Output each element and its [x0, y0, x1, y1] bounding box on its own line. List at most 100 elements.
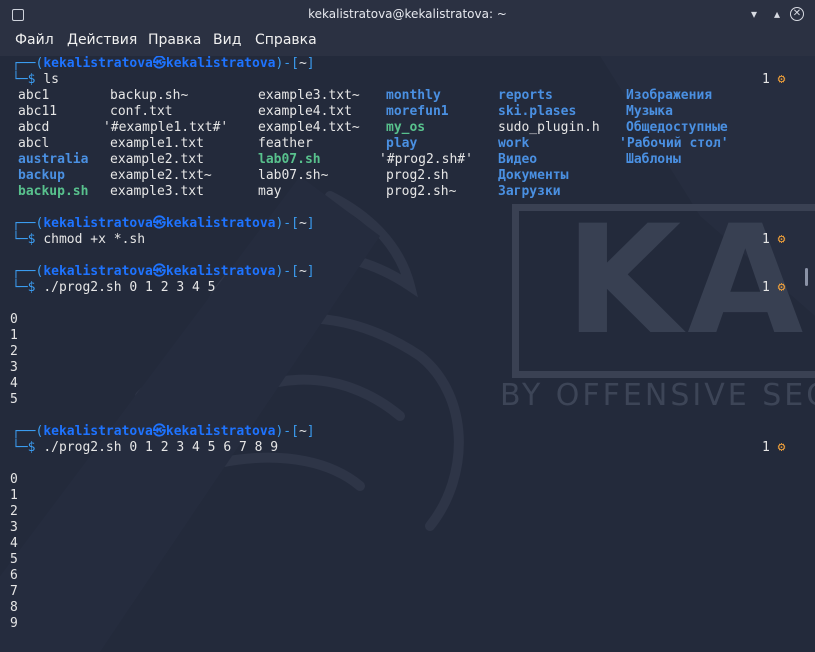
prompt-frame: ] — [306, 216, 315, 231]
ls-entry: Музыка — [626, 104, 673, 119]
prompt-frame: )-[ — [275, 424, 299, 439]
ls-entry: backup — [18, 168, 65, 183]
output-line: 8 — [10, 600, 18, 615]
output-line: 3 — [10, 520, 18, 535]
prompt-host: kekalistratova — [165, 216, 276, 231]
prompt-frame: )-[ — [275, 264, 299, 279]
ls-entry: conf.txt — [110, 104, 173, 119]
output-line: 5 — [10, 552, 18, 567]
menu-view[interactable]: Вид — [213, 32, 241, 48]
prompt-user: kekalistratova — [43, 216, 153, 231]
prompt-dir: ~ — [298, 424, 307, 439]
prompt-line-top: ┌──(kekalistratova㉿kekalistratova)-[~] — [12, 216, 315, 232]
prompt-frame: └─ — [12, 440, 28, 455]
prompt-dir: ~ — [298, 216, 307, 231]
prompt-line-top: ┌──(kekalistratova㉿kekalistratova)-[~] — [12, 56, 315, 72]
ls-entry: abcd — [18, 120, 50, 135]
ls-entry: work — [498, 136, 530, 151]
exit-status-code: 1 — [762, 232, 770, 247]
ls-entry: may — [258, 184, 282, 199]
title-bar[interactable]: kekalistratova@kekalistratova: ~ ▾ ▴ ✕ — [0, 0, 815, 28]
command-text: ./prog2.sh 0 1 2 3 4 5 — [43, 280, 216, 295]
ls-entry: prog2.sh~ — [386, 184, 457, 199]
prompt-frame: ┌──( — [12, 424, 44, 439]
ls-entry: lab07.sh~ — [258, 168, 329, 183]
menu-edit[interactable]: Правка — [148, 32, 201, 48]
output-line: 6 — [10, 568, 18, 583]
prompt-at-icon: ㉿ — [152, 264, 166, 279]
output-line: 2 — [10, 504, 18, 519]
ls-entry: abc11 — [18, 104, 58, 119]
ls-entry: Изображения — [626, 88, 713, 103]
ls-entry: backup.sh — [18, 184, 89, 199]
ls-entry: play — [386, 136, 418, 151]
prompt-frame: ┌──( — [12, 56, 44, 71]
ls-entry: morefun1 — [386, 104, 449, 119]
ls-entry: Видео — [498, 152, 538, 167]
output-line: 4 — [10, 376, 18, 391]
ls-entry: '#prog2.sh#' — [379, 152, 473, 167]
prompt-user: kekalistratova — [43, 264, 153, 279]
prompt-line-command: └─$ ./prog2.sh 0 1 2 3 4 5 6 7 8 9 — [12, 440, 278, 456]
output-line: 5 — [10, 392, 18, 407]
prompt-user: kekalistratova — [43, 56, 153, 71]
minimize-icon[interactable]: ▾ — [747, 7, 761, 21]
ls-entry: my_os — [386, 120, 426, 135]
output-line: 0 — [10, 312, 18, 327]
maximize-icon[interactable]: ▴ — [770, 7, 784, 21]
exit-status-code: 1 — [762, 72, 770, 87]
ls-entry: example4.txt — [258, 104, 352, 119]
command-text: chmod +x *.sh — [43, 232, 146, 247]
command-text: ls — [43, 72, 59, 87]
ls-entry: Загрузки — [498, 184, 561, 199]
prompt-dir: ~ — [298, 56, 307, 71]
ls-entry: example4.txt~ — [258, 120, 360, 135]
command-text: ./prog2.sh 0 1 2 3 4 5 6 7 8 9 — [43, 440, 279, 455]
prompt-host: kekalistratova — [165, 56, 276, 71]
prompt-frame: └─ — [12, 232, 28, 247]
ls-entry: example3.txt~ — [258, 88, 360, 103]
ls-entry: feather — [258, 136, 313, 151]
prompt-at-icon: ㉿ — [152, 424, 166, 439]
exit-status-code: 1 — [762, 280, 770, 295]
scrollbar-thumb[interactable] — [805, 268, 808, 286]
exit-status: 1 ⚙ — [762, 232, 785, 248]
ls-entry: lab07.sh — [258, 152, 321, 167]
prompt-line-command: └─$ chmod +x *.sh — [12, 232, 145, 248]
menu-help[interactable]: Справка — [255, 32, 317, 48]
prompt-frame: ┌──( — [12, 216, 44, 231]
prompt-frame: ┌──( — [12, 264, 44, 279]
menu-bar: Файл Действия Правка Вид Справка — [0, 28, 815, 56]
prompt-frame: └─ — [12, 280, 28, 295]
exit-status: 1 ⚙ — [762, 280, 785, 296]
prompt-host: kekalistratova — [165, 264, 276, 279]
ls-entry: Шаблоны — [626, 152, 681, 167]
ls-entry: Документы — [498, 168, 569, 183]
menu-actions[interactable]: Действия — [67, 32, 137, 48]
prompt-line-top: ┌──(kekalistratova㉿kekalistratova)-[~] — [12, 424, 315, 440]
prompt-at-icon: ㉿ — [152, 216, 166, 231]
output-line: 9 — [10, 616, 18, 631]
terminal-area[interactable]: KAL BY OFFENSIVE SECU ┌──(kekalistratova… — [0, 56, 815, 652]
prompt-line-command: └─$ ls — [12, 72, 59, 88]
exit-status-code: 1 — [762, 440, 770, 455]
ls-entry: '#example1.txt#' — [103, 120, 229, 135]
ls-entry: prog2.sh — [386, 168, 449, 183]
close-icon[interactable]: ✕ — [790, 7, 804, 21]
output-line: 7 — [10, 584, 18, 599]
prompt-user: kekalistratova — [43, 424, 153, 439]
output-line: 1 — [10, 488, 18, 503]
menu-file[interactable]: Файл — [15, 32, 54, 48]
window-title: kekalistratova@kekalistratova: ~ — [308, 7, 507, 21]
ls-entry: example2.txt — [110, 152, 204, 167]
gear-icon: ⚙ — [777, 280, 786, 295]
ls-entry: monthly — [386, 88, 441, 103]
ls-entry: 'Рабочий стол' — [619, 136, 729, 151]
prompt-frame: ] — [306, 56, 315, 71]
kali-logo-subtitle: BY OFFENSIVE SECU — [500, 378, 815, 413]
ls-entry: example1.txt — [110, 136, 204, 151]
output-line: 1 — [10, 328, 18, 343]
